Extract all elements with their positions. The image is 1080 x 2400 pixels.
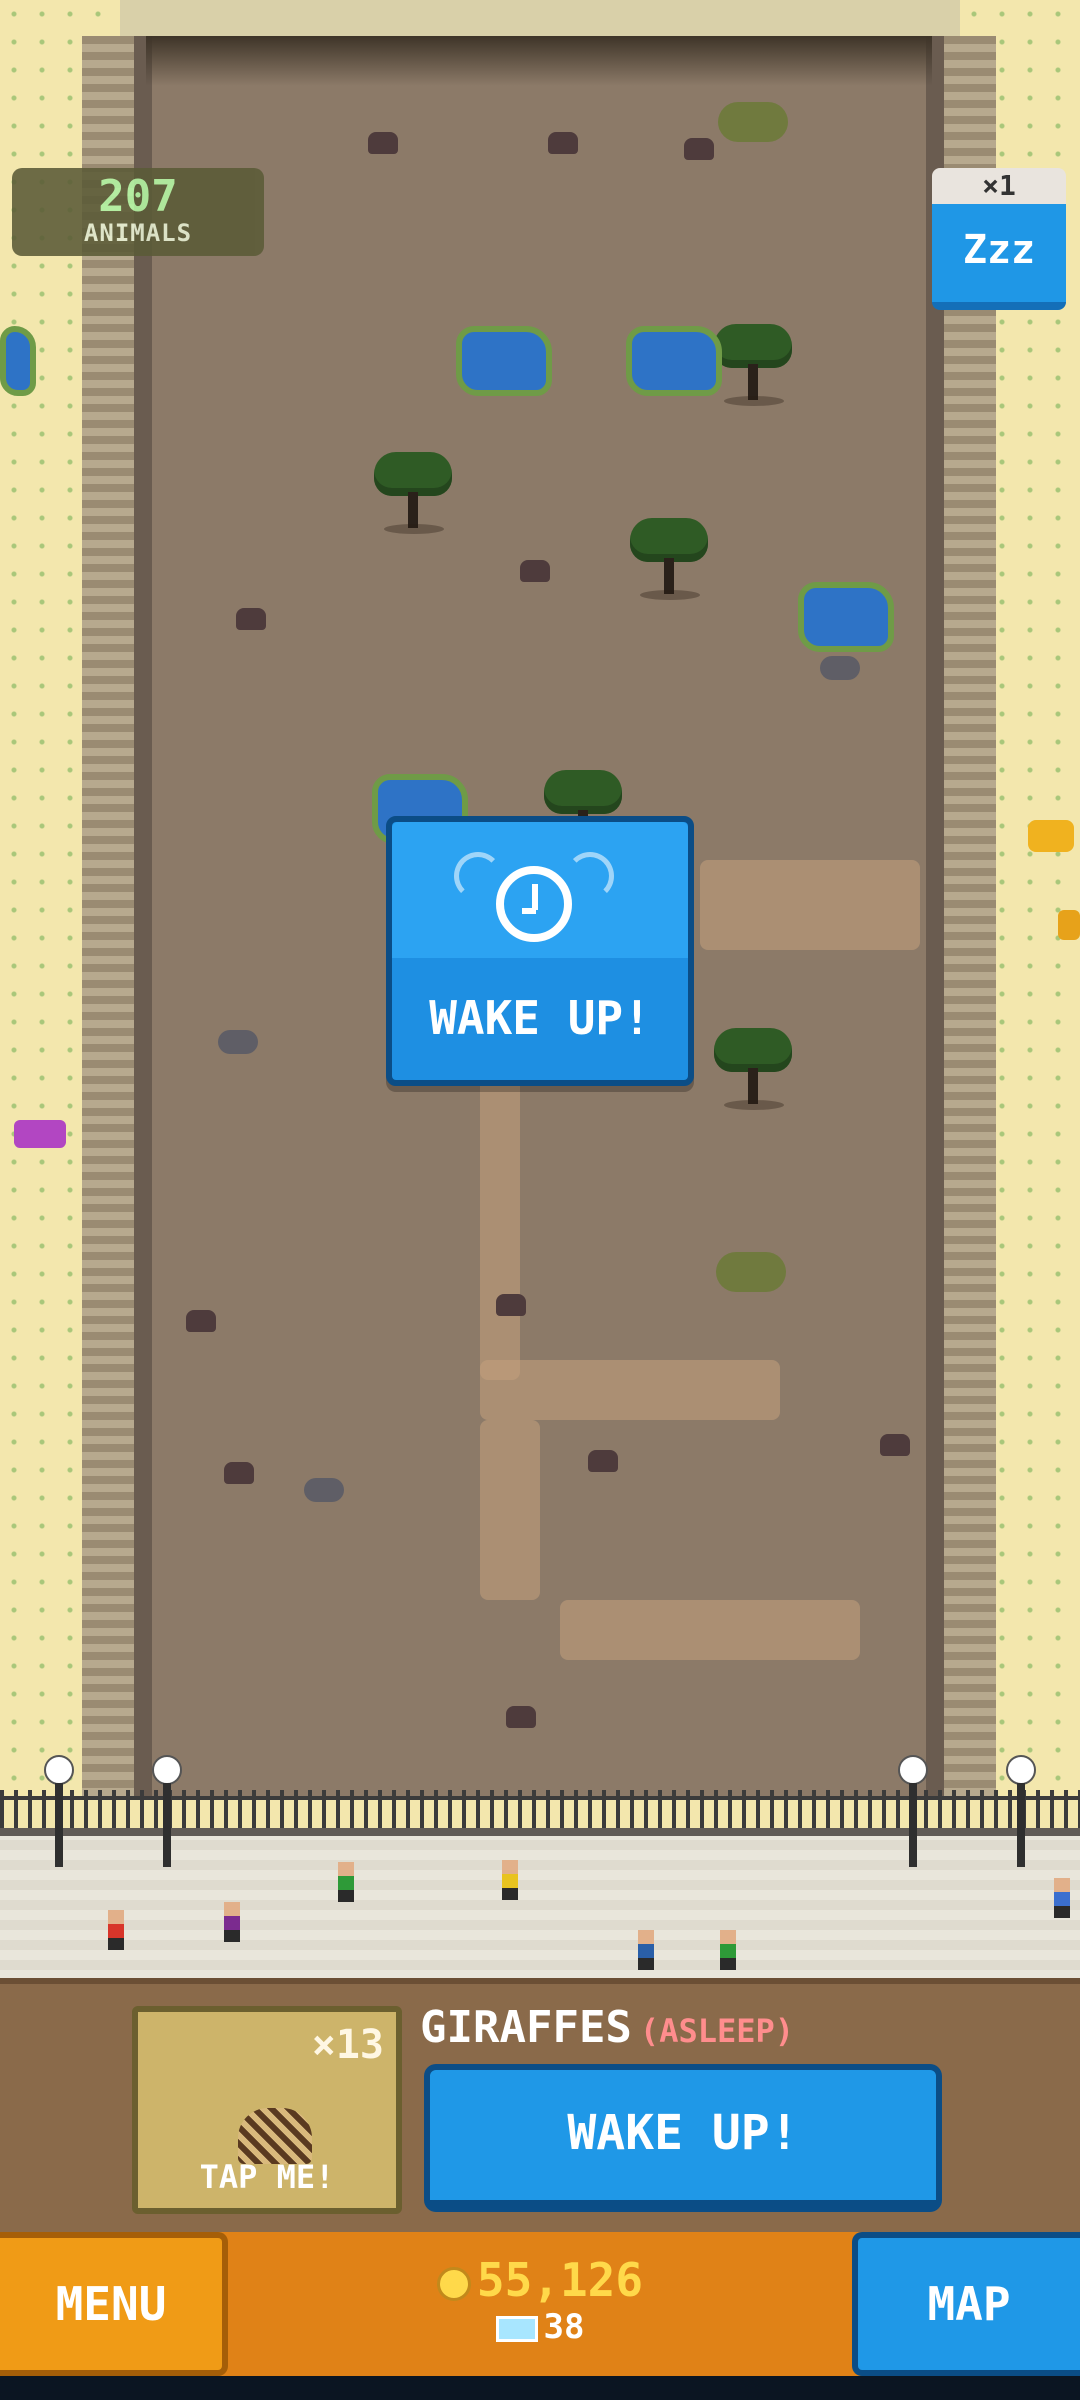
dirt-path [480, 1060, 520, 1380]
gem-icon [495, 2315, 538, 2342]
tap-me-card[interactable]: ×13 TAP ME! [132, 2006, 402, 2214]
dirt-path [480, 1420, 540, 1600]
currency-display: 55,126 38 [228, 2240, 852, 2370]
pond [798, 582, 894, 652]
enclosure-wall-left [82, 36, 152, 1796]
rock [368, 132, 398, 154]
rock [684, 138, 714, 160]
dirt-path [700, 860, 920, 950]
tree-icon [714, 1028, 794, 1112]
stone [304, 1478, 344, 1502]
pond [626, 326, 722, 396]
tap-multiplier: ×13 [311, 2022, 384, 2068]
animal-count-value: 207 [98, 171, 178, 222]
visitor [224, 1902, 240, 1942]
coin-balance: 55,126 [228, 2252, 852, 2308]
visitor [502, 1860, 518, 1900]
dirt-path [560, 1600, 860, 1660]
enclosure-name: GIRAFFES [420, 2002, 632, 2053]
animal-counter[interactable]: 207 ANIMALS [12, 168, 264, 256]
rock [224, 1462, 254, 1484]
zzz-icon: Zzz [932, 204, 1066, 310]
visitor [108, 1910, 124, 1950]
menu-button[interactable]: MENU [0, 2232, 228, 2376]
rock [236, 608, 266, 630]
coin-icon [436, 2266, 471, 2301]
bush [716, 1252, 786, 1292]
rock [548, 132, 578, 154]
sleep-multiplier: ×1 [932, 168, 1066, 204]
rock [506, 1706, 536, 1728]
alarm-wave-left [454, 852, 502, 900]
street-lamp [152, 1755, 182, 1875]
wake-up-popup[interactable]: WAKE UP! [386, 816, 694, 1086]
lion-icon[interactable] [1058, 910, 1080, 940]
visitor [1054, 1878, 1070, 1918]
hippo-icon[interactable] [14, 1120, 66, 1148]
tree-icon [714, 324, 794, 408]
pond [0, 326, 36, 396]
enclosure-shadow [146, 36, 932, 86]
pond [456, 326, 552, 396]
visitor [720, 1930, 736, 1970]
wake-up-button[interactable]: WAKE UP! [424, 2064, 942, 2212]
rock [520, 560, 550, 582]
rock [496, 1294, 526, 1316]
street-lamp [1006, 1755, 1036, 1875]
tap-me-label: TAP ME! [199, 2158, 335, 2196]
lion-icon[interactable] [1028, 820, 1074, 852]
dirt-path [480, 1360, 780, 1420]
tree-icon [630, 518, 710, 602]
street-lamp [44, 1755, 74, 1875]
wake-up-popup-label: WAKE UP! [429, 991, 651, 1045]
rock [880, 1434, 910, 1456]
rock [588, 1450, 618, 1472]
visitor [338, 1862, 354, 1902]
giraffe-pile-icon [238, 2108, 312, 2164]
coin-value: 55,126 [476, 2253, 644, 2307]
top-strip [0, 0, 1080, 40]
animal-count-label: ANIMALS [83, 219, 193, 247]
enclosure-title: GIRAFFES (ASLEEP) [420, 2002, 794, 2053]
sleep-speed-button[interactable]: ×1 Zzz [932, 168, 1066, 310]
system-nav-bar [0, 2376, 1080, 2400]
stone [218, 1030, 258, 1054]
alarm-clock-icon [496, 866, 572, 942]
tree-icon [374, 452, 454, 536]
street-lamp [898, 1755, 928, 1875]
map-button[interactable]: MAP [852, 2232, 1080, 2376]
gem-value: 38 [543, 2307, 585, 2347]
bush [718, 102, 788, 142]
visitor [638, 1930, 654, 1970]
gem-balance: 38 [228, 2308, 852, 2346]
rock [186, 1310, 216, 1332]
stone [820, 656, 860, 680]
alarm-wave-right [566, 852, 614, 900]
enclosure-status: (ASLEEP) [639, 2012, 795, 2050]
